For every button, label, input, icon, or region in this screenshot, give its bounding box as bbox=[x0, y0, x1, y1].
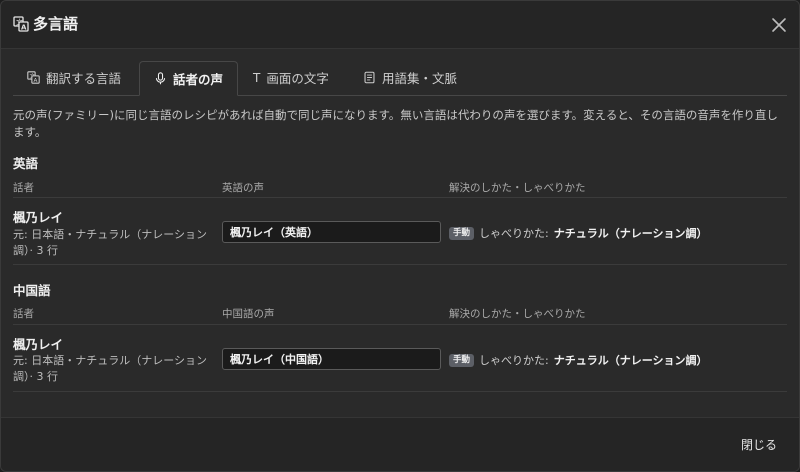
column-header-speaker: 話者 bbox=[13, 182, 34, 194]
voice-description: 元の声(ファミリー)に同じ言語のレシピがあれば自動で同じ声になります。無い言語は… bbox=[13, 108, 778, 139]
speaker-meta: 元: 日本語・ナチュラル（ナレーション調）· 3 行 bbox=[13, 228, 207, 257]
microphone-icon bbox=[155, 72, 166, 85]
divider bbox=[13, 264, 787, 265]
resolve-value: ナチュラル（ナレーション調） bbox=[553, 354, 708, 367]
text-icon: T bbox=[253, 70, 261, 85]
divider bbox=[13, 197, 787, 198]
speaker-name: 楓乃レイ bbox=[13, 210, 64, 225]
divider bbox=[13, 324, 787, 325]
dialog-titlebar: 文 A 多言語 bbox=[1, 1, 799, 49]
column-header-resolve: 解決のしかた・しゃべりかた bbox=[449, 182, 586, 194]
dialog-footer: 閉じる bbox=[1, 417, 799, 471]
tab-bar: 文 A 翻訳する言語 話者の声 T 画面の文字 用語集・文脈 bbox=[13, 61, 787, 96]
section-title-chinese: 中国語 bbox=[13, 283, 51, 298]
voice-input-chinese[interactable] bbox=[222, 348, 441, 370]
resolve-value: ナチュラル（ナレーション調） bbox=[553, 227, 708, 240]
translate-icon: 文 A bbox=[13, 16, 29, 32]
tab-speaker-voice[interactable]: 話者の声 bbox=[139, 61, 239, 96]
resolve-label: しゃべりかた: bbox=[479, 354, 549, 367]
manual-badge: 手動 bbox=[449, 226, 475, 240]
speaker-name: 楓乃レイ bbox=[13, 337, 64, 352]
svg-text:A: A bbox=[34, 78, 38, 84]
svg-text:A: A bbox=[21, 24, 27, 32]
manual-badge: 手動 bbox=[449, 353, 475, 367]
column-header-voice: 英語の声 bbox=[222, 182, 264, 194]
tab-glossary-context[interactable]: 用語集・文脈 bbox=[349, 61, 471, 94]
column-header-speaker: 話者 bbox=[13, 308, 34, 320]
translate-icon: 文 A bbox=[27, 71, 40, 84]
voice-input-english[interactable] bbox=[222, 221, 441, 243]
document-icon bbox=[364, 71, 375, 84]
column-header-resolve: 解決のしかた・しゃべりかた bbox=[449, 308, 586, 320]
multilingual-dialog: 文 A 多言語 文 A 翻訳する言語 話者の声 T bbox=[0, 0, 800, 472]
dialog-title: 多言語 bbox=[33, 15, 79, 33]
tab-label: 話者の声 bbox=[173, 72, 224, 87]
column-header-voice: 中国語の声 bbox=[222, 308, 275, 320]
tab-label: 用語集・文脈 bbox=[382, 71, 458, 86]
tab-label: 翻訳する言語 bbox=[46, 71, 122, 86]
resolve-label: しゃべりかた: bbox=[479, 227, 549, 240]
tab-label: 画面の文字 bbox=[266, 71, 329, 86]
speaker-meta: 元: 日本語・ナチュラル（ナレーション調）· 3 行 bbox=[13, 354, 207, 383]
divider bbox=[13, 391, 787, 392]
close-icon[interactable] bbox=[769, 15, 789, 35]
tab-screen-text[interactable]: T 画面の文字 bbox=[239, 61, 343, 94]
close-button[interactable]: 閉じる bbox=[741, 436, 777, 453]
resolve-info: 手動 しゃべりかた: ナチュラル（ナレーション調） bbox=[449, 352, 708, 368]
section-title-english: 英語 bbox=[13, 156, 39, 171]
resolve-info: 手動 しゃべりかた: ナチュラル（ナレーション調） bbox=[449, 225, 708, 241]
tab-translate-languages[interactable]: 文 A 翻訳する言語 bbox=[13, 61, 135, 94]
